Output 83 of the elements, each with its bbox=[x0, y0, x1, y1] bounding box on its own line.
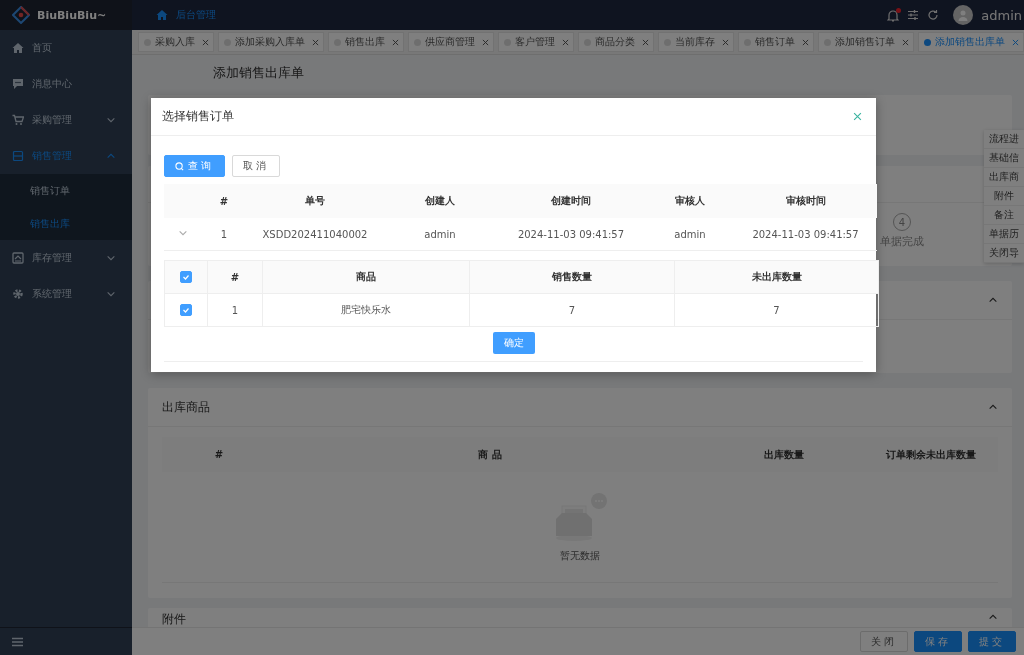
table-cell: admin bbox=[646, 218, 734, 251]
section-title: 出库商品 bbox=[162, 399, 210, 415]
app-logo-text: BiuBiuBiu~ bbox=[37, 8, 107, 22]
box-icon bbox=[12, 150, 24, 162]
sliders-icon[interactable] bbox=[907, 9, 920, 21]
breadcrumb-link[interactable]: 后台管理 bbox=[176, 8, 216, 22]
inbox-icon bbox=[12, 252, 24, 264]
close-icon[interactable] bbox=[312, 38, 319, 46]
check-icon bbox=[181, 305, 191, 315]
close-icon[interactable] bbox=[722, 38, 729, 46]
tab[interactable]: 销售出库 bbox=[328, 32, 404, 52]
empty-text: 暂无数据 bbox=[560, 549, 600, 563]
column-header: 审核人 bbox=[646, 184, 734, 218]
logo-icon bbox=[12, 6, 30, 24]
dot-icon bbox=[924, 38, 931, 46]
home-icon bbox=[12, 42, 24, 54]
confirm-button[interactable]: 确定 bbox=[492, 332, 535, 354]
close-icon[interactable] bbox=[802, 38, 809, 46]
close-icon[interactable] bbox=[482, 38, 489, 46]
footer-button[interactable]: 关闭 bbox=[860, 631, 908, 652]
checkbox[interactable] bbox=[180, 304, 192, 316]
tab[interactable]: 销售订单 bbox=[738, 32, 814, 52]
chat-icon bbox=[12, 78, 24, 90]
search-button[interactable]: 查询 bbox=[164, 155, 225, 177]
collapse-icon[interactable] bbox=[988, 612, 998, 622]
tab[interactable]: 客户管理 bbox=[498, 32, 574, 52]
collapse-icon[interactable] bbox=[988, 402, 998, 412]
column-header: 单号 bbox=[246, 184, 384, 218]
column-header: 审核时间 bbox=[734, 184, 877, 218]
table-cell: 2024-11-03 09:41:57 bbox=[734, 218, 877, 251]
tab[interactable]: 添加销售订单 bbox=[818, 32, 914, 52]
dialog-title: 选择销售订单 bbox=[162, 109, 234, 124]
sidebar-subitem[interactable]: 销售出库 bbox=[0, 207, 132, 240]
user-name[interactable]: admin bbox=[981, 7, 1022, 23]
close-icon[interactable] bbox=[392, 38, 399, 46]
menu-icon[interactable] bbox=[12, 636, 23, 647]
column-header: 创建时间 bbox=[496, 184, 646, 218]
table-cell: 1 bbox=[202, 218, 246, 251]
table-cell: XSDD202411040002 bbox=[246, 218, 384, 251]
tab[interactable]: 商品分类 bbox=[578, 32, 654, 52]
column-header: 销售数量 bbox=[469, 260, 675, 294]
tab[interactable]: 添加销售出库单 bbox=[918, 32, 1024, 52]
chevron-icon[interactable] bbox=[106, 289, 116, 299]
tab[interactable]: 采购入库 bbox=[138, 32, 214, 52]
chevron-icon[interactable] bbox=[106, 115, 116, 125]
cancel-button[interactable]: 取消 bbox=[232, 155, 280, 177]
section-title: 附件 bbox=[162, 612, 186, 627]
close-icon[interactable] bbox=[853, 112, 862, 121]
column-header: # bbox=[207, 260, 263, 294]
table-cell: 7 bbox=[674, 293, 879, 327]
close-icon[interactable] bbox=[562, 38, 569, 46]
collapse-icon[interactable] bbox=[988, 295, 998, 305]
cart-icon bbox=[12, 114, 24, 126]
sidebar-item[interactable]: 首页 bbox=[0, 30, 132, 66]
checkbox[interactable] bbox=[180, 271, 192, 283]
close-icon[interactable] bbox=[1012, 38, 1019, 46]
settings-icon bbox=[12, 288, 24, 300]
table-cell: 肥宅快乐水 bbox=[262, 293, 470, 327]
close-icon[interactable] bbox=[642, 38, 649, 46]
chevron-icon[interactable] bbox=[106, 253, 116, 263]
refresh-icon[interactable] bbox=[927, 9, 940, 21]
table-cell: 2024-11-03 09:41:57 bbox=[496, 218, 646, 251]
close-icon[interactable] bbox=[202, 38, 209, 46]
expand-icon[interactable] bbox=[178, 228, 188, 238]
tab[interactable]: 添加采购入库单 bbox=[218, 32, 324, 52]
footer-button[interactable]: 保存 bbox=[914, 631, 962, 652]
column-header: 未出库数量 bbox=[674, 260, 879, 294]
column-header: # bbox=[202, 184, 246, 218]
tab[interactable]: 供应商管理 bbox=[408, 32, 494, 52]
table-cell: 7 bbox=[469, 293, 675, 327]
avatar-icon[interactable] bbox=[953, 5, 974, 25]
search-icon bbox=[175, 161, 184, 171]
table-cell: 1 bbox=[207, 293, 263, 327]
table-cell: admin bbox=[384, 218, 496, 251]
footer-button[interactable]: 提交 bbox=[968, 631, 1016, 652]
page-title: 添加销售出库单 bbox=[213, 64, 304, 82]
tab[interactable]: 当前库存 bbox=[658, 32, 734, 52]
bell-icon[interactable] bbox=[887, 8, 900, 22]
close-icon[interactable] bbox=[902, 38, 909, 46]
column-header: 商品 bbox=[262, 260, 470, 294]
home-icon[interactable] bbox=[156, 9, 168, 21]
column-header: 创建人 bbox=[384, 184, 496, 218]
check-icon bbox=[181, 272, 191, 282]
